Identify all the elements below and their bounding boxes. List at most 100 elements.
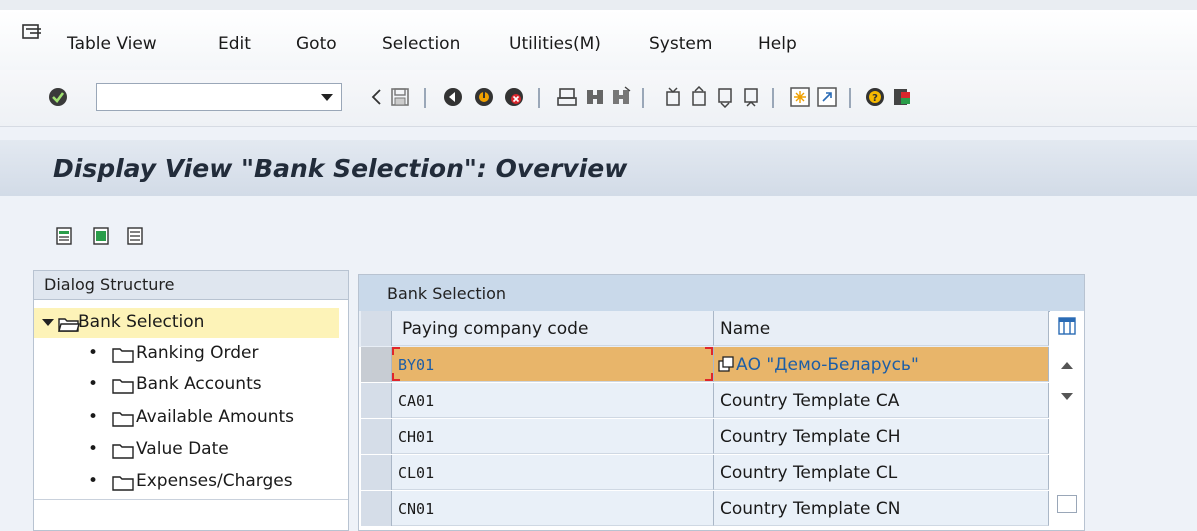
tree-node-value-date[interactable]: • Value Date bbox=[34, 435, 348, 465]
toolbar-separator bbox=[424, 88, 426, 108]
cell-name[interactable]: Country Template CN bbox=[714, 491, 1049, 526]
tree-node-bank-selection[interactable]: Bank Selection bbox=[34, 308, 339, 338]
table-row[interactable]: CH01 Country Template CH bbox=[359, 419, 1049, 455]
bank-selection-table-panel: Bank Selection Paying company code Name … bbox=[358, 274, 1085, 531]
command-input[interactable] bbox=[101, 85, 315, 111]
scroll-thumb[interactable] bbox=[1057, 495, 1077, 513]
save-icon[interactable] bbox=[389, 86, 411, 108]
panel-divider bbox=[34, 499, 348, 500]
tree-label: Available Amounts bbox=[136, 407, 295, 427]
folder-icon bbox=[112, 348, 134, 363]
tree-bullet: • bbox=[88, 374, 99, 394]
toolbar-separator bbox=[642, 88, 644, 108]
tree-bullet: • bbox=[88, 407, 99, 427]
table-row[interactable]: CN01 Country Template CN bbox=[359, 491, 1049, 527]
cell-company-code[interactable]: CL01 bbox=[392, 455, 714, 490]
tree-label: Expenses/Charges bbox=[136, 471, 293, 491]
cancel-icon[interactable] bbox=[503, 86, 525, 108]
previous-page-icon[interactable] bbox=[688, 86, 710, 108]
folder-icon bbox=[112, 476, 134, 491]
application-toolbar bbox=[0, 210, 1197, 256]
cell-name[interactable]: Country Template CH bbox=[714, 419, 1049, 454]
tree-bullet: • bbox=[88, 471, 99, 491]
menu-help[interactable]: Help bbox=[758, 34, 797, 54]
menu-utilities[interactable]: Utilities(M) bbox=[509, 34, 601, 54]
find-icon[interactable] bbox=[584, 86, 606, 108]
focus-marker bbox=[705, 347, 713, 355]
command-dropdown-icon[interactable] bbox=[321, 94, 333, 101]
folder-icon bbox=[112, 379, 134, 394]
shortcut-icon[interactable] bbox=[816, 86, 838, 108]
row-selector[interactable] bbox=[361, 419, 392, 454]
svg-text:?: ? bbox=[872, 93, 878, 104]
collapse-arrow-icon[interactable] bbox=[42, 319, 54, 326]
table-header-row: Paying company code Name bbox=[359, 311, 1049, 347]
cell-company-code[interactable]: CH01 bbox=[392, 419, 714, 454]
scroll-down-arrow-icon[interactable] bbox=[1061, 393, 1073, 400]
command-field[interactable] bbox=[96, 83, 342, 111]
tree-node-bank-accounts[interactable]: • Bank Accounts bbox=[34, 370, 348, 400]
column-header-name[interactable]: Name bbox=[714, 311, 1049, 346]
first-page-icon[interactable] bbox=[662, 86, 684, 108]
menu-bar: Table View Edit Goto Selection Utilities… bbox=[0, 0, 1197, 70]
last-page-icon[interactable] bbox=[740, 86, 762, 108]
row-selector[interactable] bbox=[361, 491, 392, 526]
create-session-icon[interactable] bbox=[789, 86, 811, 108]
cell-company-code[interactable]: CA01 bbox=[392, 383, 714, 418]
menu-selection[interactable]: Selection bbox=[382, 34, 460, 54]
cell-company-code[interactable]: CN01 bbox=[392, 491, 714, 526]
tree-bullet: • bbox=[88, 439, 99, 459]
copy-icon[interactable] bbox=[718, 356, 734, 372]
standard-toolbar: ? bbox=[0, 70, 1197, 127]
tree-label: Ranking Order bbox=[136, 343, 259, 363]
menu-goto[interactable]: Goto bbox=[296, 34, 337, 54]
select-all-rows-cell[interactable] bbox=[361, 311, 392, 346]
menu-table-view[interactable]: Table View bbox=[67, 34, 157, 54]
focus-marker bbox=[705, 373, 713, 381]
table-row[interactable]: CA01 Country Template CA bbox=[359, 383, 1049, 419]
tree-node-ranking-order[interactable]: • Ranking Order bbox=[34, 339, 348, 369]
print-icon[interactable] bbox=[556, 86, 578, 108]
column-settings-icon[interactable] bbox=[1058, 317, 1076, 335]
details-icon[interactable] bbox=[55, 226, 75, 246]
table-row[interactable]: CL01 Country Template CL bbox=[359, 455, 1049, 491]
toolbar-separator bbox=[538, 88, 540, 108]
cell-name[interactable]: Country Template CA bbox=[714, 383, 1049, 418]
menu-toggle-icon[interactable] bbox=[22, 24, 42, 40]
cell-name[interactable]: АО "Демо-Беларусь" bbox=[714, 347, 1049, 382]
folder-icon bbox=[112, 444, 134, 459]
focus-marker bbox=[392, 347, 400, 355]
tree-bullet: • bbox=[88, 343, 99, 363]
cell-company-code[interactable]: BY01 bbox=[392, 347, 714, 382]
open-folder-icon bbox=[58, 318, 80, 332]
exit-icon[interactable] bbox=[473, 86, 495, 108]
back-icon[interactable] bbox=[442, 86, 464, 108]
find-next-icon[interactable] bbox=[610, 86, 632, 108]
vertical-scrollbar[interactable] bbox=[1050, 311, 1084, 530]
row-selector[interactable] bbox=[361, 455, 392, 490]
tree-node-available-amounts[interactable]: • Available Amounts bbox=[34, 403, 348, 433]
row-selector[interactable] bbox=[361, 347, 392, 382]
folder-icon bbox=[112, 412, 134, 427]
help-icon[interactable]: ? bbox=[864, 86, 886, 108]
menu-system[interactable]: System bbox=[649, 34, 712, 54]
collapse-left-icon[interactable] bbox=[366, 86, 388, 108]
menu-edit[interactable]: Edit bbox=[218, 34, 251, 54]
toolbar-separator bbox=[849, 88, 851, 108]
next-page-icon[interactable] bbox=[714, 86, 736, 108]
scroll-up-arrow-icon[interactable] bbox=[1061, 362, 1073, 369]
page-title: Display View "Bank Selection": Overview bbox=[53, 154, 628, 183]
customize-layout-icon[interactable] bbox=[891, 86, 913, 108]
enter-check-icon[interactable] bbox=[47, 86, 69, 108]
column-header-paying-company-code[interactable]: Paying company code bbox=[392, 311, 714, 346]
focus-marker bbox=[392, 373, 400, 381]
tree-node-expenses-charges[interactable]: • Expenses/Charges bbox=[34, 467, 348, 497]
tree-label: Value Date bbox=[136, 439, 229, 459]
cell-name[interactable]: Country Template CL bbox=[714, 455, 1049, 490]
deselect-all-icon[interactable] bbox=[126, 226, 146, 246]
row-selector[interactable] bbox=[361, 383, 392, 418]
tree-label: Bank Selection bbox=[78, 312, 205, 332]
select-all-icon[interactable] bbox=[92, 226, 112, 246]
title-bar: Display View "Bank Selection": Overview bbox=[0, 140, 1197, 196]
table-row[interactable]: BY01 АО "Демо-Беларусь" bbox=[359, 347, 1049, 383]
